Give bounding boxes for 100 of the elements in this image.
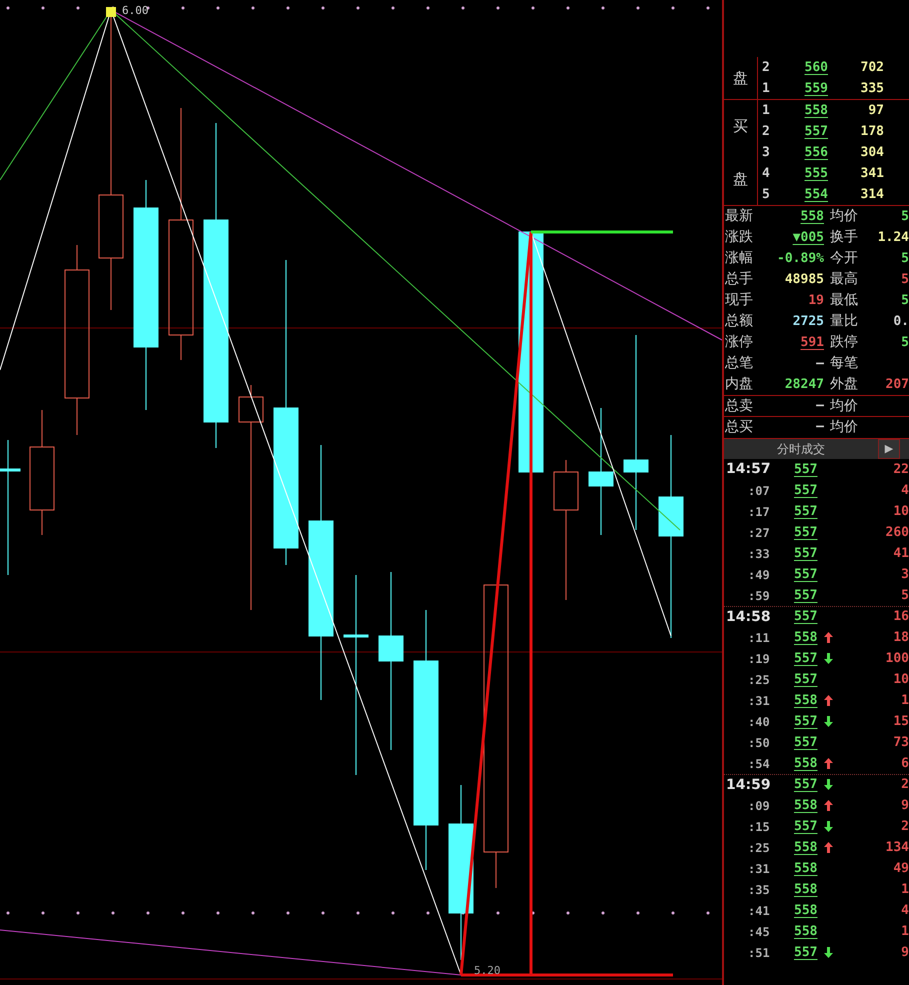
- trade-price: 557: [794, 460, 818, 479]
- level-number: 5: [761, 186, 771, 204]
- trade-volume: 4: [900, 482, 909, 500]
- trade-time: :33: [747, 546, 771, 562]
- stat-label: 总卖: [724, 396, 754, 416]
- order-volume: 314: [860, 186, 884, 204]
- trade-time: :59: [747, 588, 771, 604]
- stat-value: –: [815, 397, 824, 416]
- trade-price: 557: [794, 734, 818, 752]
- trade-time: 14:58: [725, 608, 772, 626]
- trade-volume: 4: [900, 902, 909, 920]
- stat-value: ▼005: [792, 228, 824, 247]
- order-price: 560: [804, 58, 828, 77]
- trade-volume: 100: [884, 650, 909, 668]
- trade-price: 558: [794, 628, 818, 647]
- stat-label: 最低: [829, 291, 859, 310]
- level-number: 3: [761, 144, 771, 162]
- trade-time: :19: [747, 650, 771, 668]
- trade-time: :51: [747, 944, 771, 962]
- trade-time: :31: [747, 860, 771, 878]
- stat-label: 总额: [724, 312, 754, 331]
- trade-volume: 41: [892, 544, 909, 563]
- stat-label: 均价: [829, 418, 859, 436]
- stat-value: 2725: [792, 312, 824, 331]
- trade-price: 557: [794, 524, 818, 542]
- trade-time: :25: [747, 672, 771, 688]
- stat-label: 总笔: [724, 354, 754, 373]
- stat-label: 换手: [829, 228, 859, 247]
- trade-time: :11: [747, 630, 771, 646]
- level-number: 4: [761, 164, 771, 183]
- stat-label: 每笔: [829, 354, 859, 373]
- trade-volume: 22: [892, 460, 909, 479]
- order-price: 556: [804, 144, 828, 162]
- stat-value: 5: [900, 208, 909, 226]
- stat-value: –: [815, 418, 824, 436]
- trade-price: 557: [794, 776, 818, 794]
- trade-time: :27: [747, 524, 771, 542]
- stat-label: 涨跌: [724, 228, 754, 247]
- trade-time: :09: [747, 798, 771, 814]
- trade-price: 557: [794, 650, 818, 668]
- stat-label: 最高: [829, 270, 859, 289]
- stat-label: 内盘: [724, 375, 754, 394]
- trade-price: 558: [794, 796, 818, 815]
- trade-volume: 5: [900, 586, 909, 605]
- trade-volume: 49: [892, 860, 909, 878]
- order-price: 558: [804, 102, 828, 120]
- order-volume: 341: [860, 164, 884, 183]
- stat-value: 1.24: [876, 228, 909, 247]
- trade-time: :41: [747, 902, 771, 920]
- level-number: 2: [761, 122, 771, 141]
- stat-label: 均价: [829, 396, 859, 416]
- trade-volume: 10: [892, 670, 909, 689]
- order-price: 554: [804, 186, 828, 204]
- stat-label: 最新: [724, 207, 754, 226]
- trade-volume: 1: [900, 692, 909, 710]
- stat-label: 现手: [724, 291, 754, 310]
- stat-value: 5: [900, 250, 909, 268]
- stat-value: 0.: [892, 312, 909, 331]
- stat-label: 量比: [829, 312, 859, 331]
- trade-volume: 1: [900, 922, 909, 941]
- trade-time: :45: [747, 924, 771, 940]
- side-label: 买: [733, 116, 748, 137]
- trade-price: 558: [794, 860, 818, 878]
- trade-price: 558: [794, 692, 818, 710]
- trade-volume: 6: [900, 754, 909, 773]
- level-number: 2: [761, 58, 771, 77]
- trade-price: 557: [794, 502, 818, 521]
- trade-time: :07: [747, 482, 771, 500]
- trade-volume: 1: [900, 880, 909, 899]
- trade-volume: 10: [892, 502, 909, 521]
- trade-time: :54: [747, 756, 771, 772]
- trade-price: 557: [794, 608, 818, 626]
- trade-price: 557: [794, 944, 818, 962]
- order-price: 557: [804, 122, 828, 141]
- side-label: 盘: [733, 68, 748, 89]
- stat-value: 558: [800, 208, 824, 226]
- stat-value: 28247: [784, 376, 824, 394]
- trade-volume: 16: [892, 608, 909, 626]
- trade-price: 557: [794, 544, 818, 563]
- order-volume: 178: [860, 122, 884, 141]
- side-label: 盘: [733, 168, 748, 190]
- trade-price: 557: [794, 670, 818, 689]
- stat-value: 5: [900, 334, 909, 352]
- trade-price: 557: [794, 566, 818, 584]
- stat-value: 19: [807, 292, 824, 310]
- order-volume: 97: [867, 102, 884, 120]
- trade-time: :25: [747, 840, 771, 856]
- price-label: 5.20: [474, 964, 500, 977]
- trade-price: 557: [794, 482, 818, 500]
- order-volume: 304: [860, 144, 884, 162]
- trade-time: :17: [747, 504, 771, 520]
- trade-price: 557: [794, 712, 818, 731]
- stat-label: 总手: [724, 270, 754, 289]
- stat-value: –: [815, 354, 824, 373]
- next-panel-button[interactable]: ▶: [878, 439, 900, 459]
- trade-volume: 3: [900, 566, 909, 584]
- stat-value: 591: [800, 334, 824, 352]
- order-volume: 702: [860, 58, 884, 77]
- trade-price: 558: [794, 922, 818, 941]
- trade-volume: 73: [892, 734, 909, 752]
